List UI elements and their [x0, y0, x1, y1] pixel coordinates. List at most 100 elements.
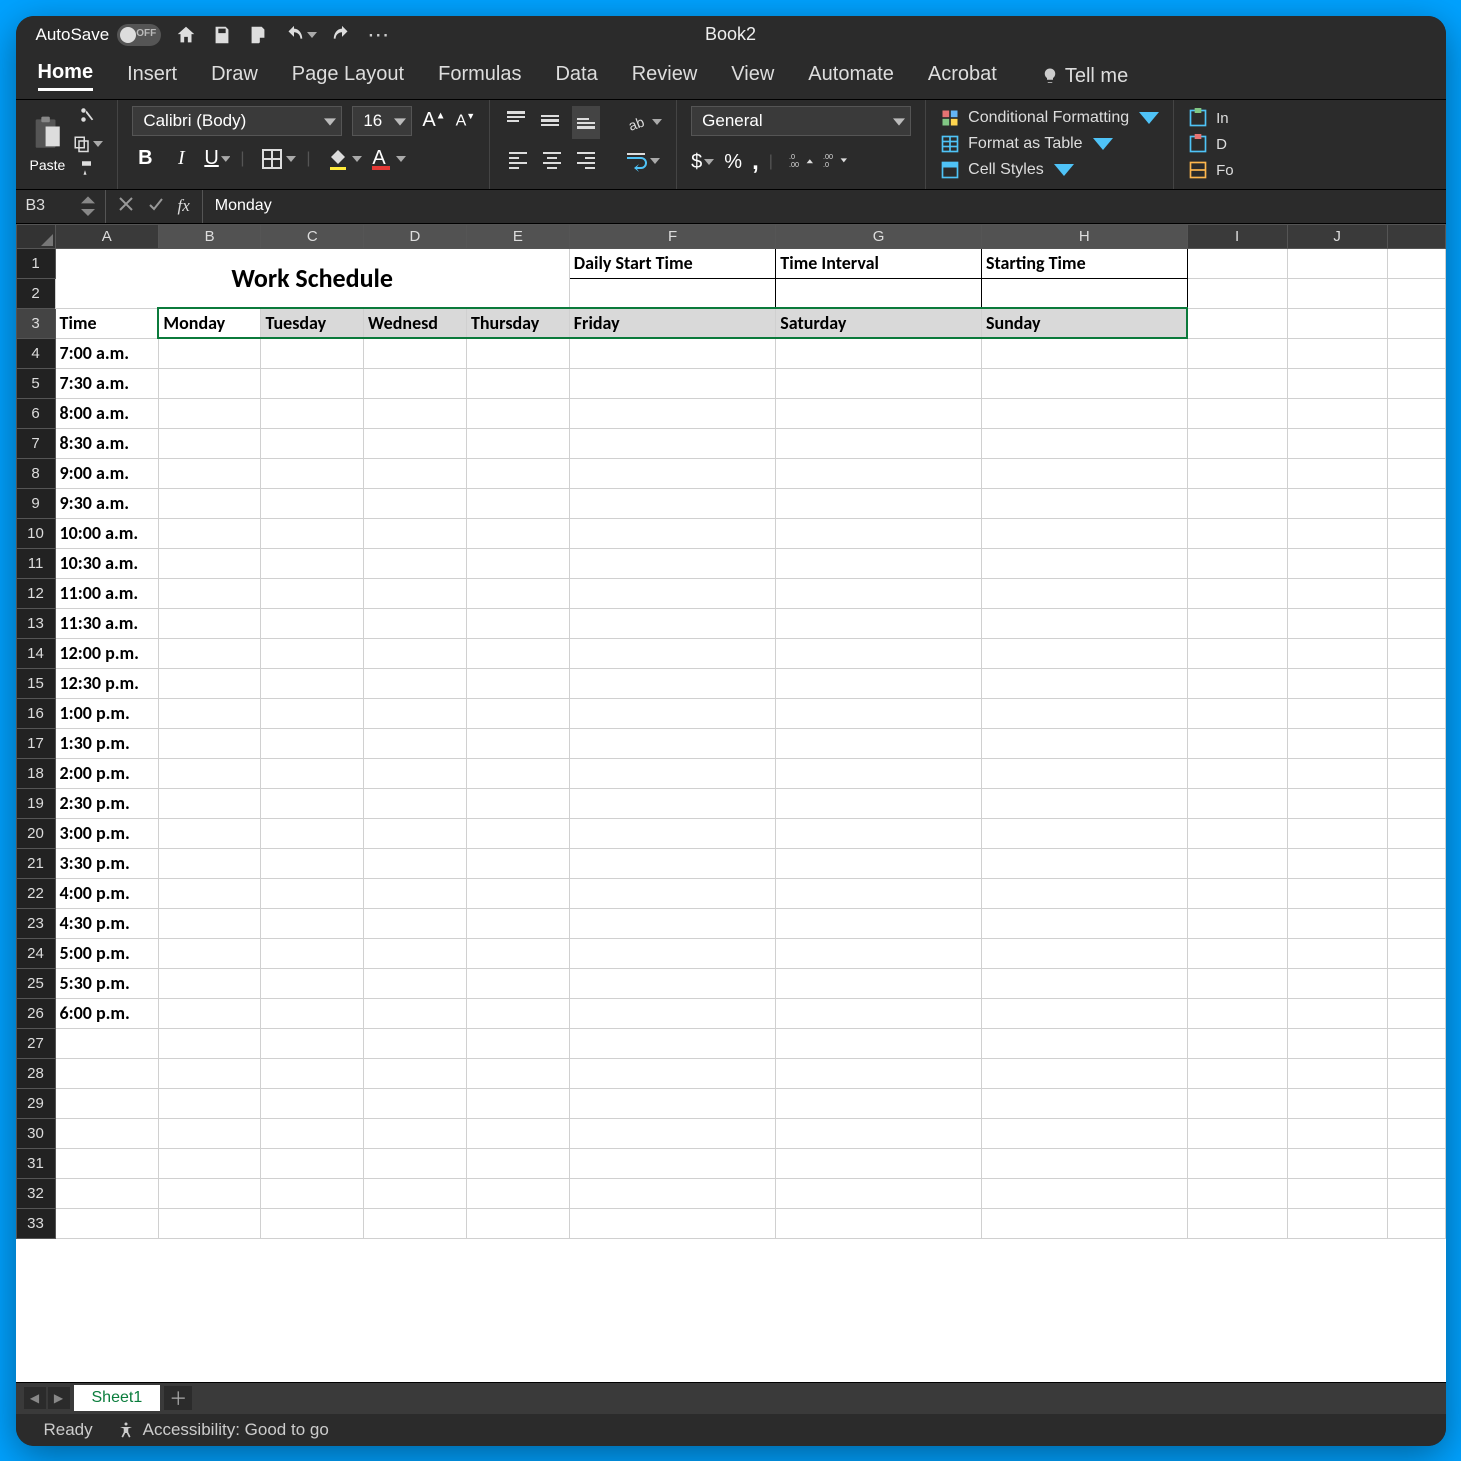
cell-G7[interactable]: [776, 428, 982, 458]
cell-E7[interactable]: [466, 428, 569, 458]
cell-C20[interactable]: [261, 818, 364, 848]
col-header-J[interactable]: J: [1287, 224, 1387, 248]
cell-C17[interactable]: [261, 728, 364, 758]
cell-I30[interactable]: [1187, 1118, 1287, 1148]
cell-F30[interactable]: [569, 1118, 776, 1148]
add-sheet-button[interactable]: ＋: [164, 1386, 192, 1410]
cell-D6[interactable]: [364, 398, 467, 428]
cell-G17[interactable]: [776, 728, 982, 758]
row-header-17[interactable]: 17: [16, 728, 55, 758]
cell-A11[interactable]: 10:30 a.m.: [55, 548, 158, 578]
cell-F19[interactable]: [569, 788, 776, 818]
sheet-nav-prev[interactable]: ◀: [24, 1387, 46, 1409]
row-header-31[interactable]: 31: [16, 1148, 55, 1178]
cell-D5[interactable]: [364, 368, 467, 398]
cell-extra22[interactable]: [1387, 878, 1445, 908]
tab-formulas[interactable]: Formulas: [438, 63, 521, 90]
cell-G15[interactable]: [776, 668, 982, 698]
row-header-9[interactable]: 9: [16, 488, 55, 518]
cell-G28[interactable]: [776, 1058, 982, 1088]
cell-A30[interactable]: [55, 1118, 158, 1148]
cell-G24[interactable]: [776, 938, 982, 968]
col-header-B[interactable]: B: [158, 224, 261, 248]
save-icon[interactable]: [211, 24, 233, 46]
cell-D7[interactable]: [364, 428, 467, 458]
align-center-icon[interactable]: [540, 147, 564, 176]
cell-B10[interactable]: [158, 518, 261, 548]
cell-G1[interactable]: Time Interval: [776, 248, 982, 278]
copy-icon[interactable]: [73, 135, 103, 153]
cell-I12[interactable]: [1187, 578, 1287, 608]
cell-C24[interactable]: [261, 938, 364, 968]
comma-button[interactable]: ,: [752, 148, 759, 176]
worksheet-grid[interactable]: ABCDEFGHIJ1Work ScheduleDaily Start Time…: [16, 224, 1446, 1382]
cell-I31[interactable]: [1187, 1148, 1287, 1178]
cell-D27[interactable]: [364, 1028, 467, 1058]
cell-E24[interactable]: [466, 938, 569, 968]
cell-extra33[interactable]: [1387, 1208, 1445, 1238]
cell-C16[interactable]: [261, 698, 364, 728]
cell-G18[interactable]: [776, 758, 982, 788]
cell-G20[interactable]: [776, 818, 982, 848]
tab-review[interactable]: Review: [632, 63, 698, 90]
cell-A33[interactable]: [55, 1208, 158, 1238]
cell-extra21[interactable]: [1387, 848, 1445, 878]
cell-F29[interactable]: [569, 1088, 776, 1118]
tell-me-search[interactable]: Tell me: [1041, 65, 1128, 88]
col-header-E[interactable]: E: [466, 224, 569, 248]
cell-D23[interactable]: [364, 908, 467, 938]
cell-D3[interactable]: Wednesd: [364, 308, 467, 338]
cell-C10[interactable]: [261, 518, 364, 548]
cell-I28[interactable]: [1187, 1058, 1287, 1088]
cell-G8[interactable]: [776, 458, 982, 488]
cell-extra12[interactable]: [1387, 578, 1445, 608]
cell-H2[interactable]: [981, 278, 1187, 308]
row-header-27[interactable]: 27: [16, 1028, 55, 1058]
row-header-3[interactable]: 3: [16, 308, 55, 338]
cell-B3[interactable]: Monday: [158, 308, 261, 338]
tab-automate[interactable]: Automate: [808, 63, 894, 90]
col-header-A[interactable]: A: [55, 224, 158, 248]
accessibility-status[interactable]: Accessibility: Good to go: [117, 1420, 329, 1440]
cell-B24[interactable]: [158, 938, 261, 968]
cell-I21[interactable]: [1187, 848, 1287, 878]
cell-C9[interactable]: [261, 488, 364, 518]
currency-button[interactable]: $: [691, 151, 714, 174]
borders-button[interactable]: [260, 147, 296, 171]
cell-A21[interactable]: 3:30 p.m.: [55, 848, 158, 878]
cell-extra5[interactable]: [1387, 368, 1445, 398]
cell-B4[interactable]: [158, 338, 261, 368]
cell-extra14[interactable]: [1387, 638, 1445, 668]
cell-A19[interactable]: 2:30 p.m.: [55, 788, 158, 818]
row-header-33[interactable]: 33: [16, 1208, 55, 1238]
cell-D18[interactable]: [364, 758, 467, 788]
row-header-1[interactable]: 1: [16, 248, 55, 278]
cell-C29[interactable]: [261, 1088, 364, 1118]
cell-C28[interactable]: [261, 1058, 364, 1088]
cell-I6[interactable]: [1187, 398, 1287, 428]
col-header-C[interactable]: C: [261, 224, 364, 248]
autosave-control[interactable]: AutoSave OFF: [36, 24, 162, 46]
cell-C30[interactable]: [261, 1118, 364, 1148]
cell-H31[interactable]: [981, 1148, 1187, 1178]
cell-H18[interactable]: [981, 758, 1187, 788]
cell-B31[interactable]: [158, 1148, 261, 1178]
cell-J31[interactable]: [1287, 1148, 1387, 1178]
cell-G14[interactable]: [776, 638, 982, 668]
cell-F25[interactable]: [569, 968, 776, 998]
titlebar-more[interactable]: ⋯: [367, 22, 389, 48]
undo-icon[interactable]: [283, 24, 317, 46]
cell-extra3[interactable]: [1387, 308, 1445, 338]
cell-H4[interactable]: [981, 338, 1187, 368]
row-header-32[interactable]: 32: [16, 1178, 55, 1208]
cell-D16[interactable]: [364, 698, 467, 728]
cell-C6[interactable]: [261, 398, 364, 428]
cell-D28[interactable]: [364, 1058, 467, 1088]
cell-extra11[interactable]: [1387, 548, 1445, 578]
cell-B11[interactable]: [158, 548, 261, 578]
cell-F7[interactable]: [569, 428, 776, 458]
cell-J13[interactable]: [1287, 608, 1387, 638]
cell-I29[interactable]: [1187, 1088, 1287, 1118]
cell-G22[interactable]: [776, 878, 982, 908]
cell-F12[interactable]: [569, 578, 776, 608]
